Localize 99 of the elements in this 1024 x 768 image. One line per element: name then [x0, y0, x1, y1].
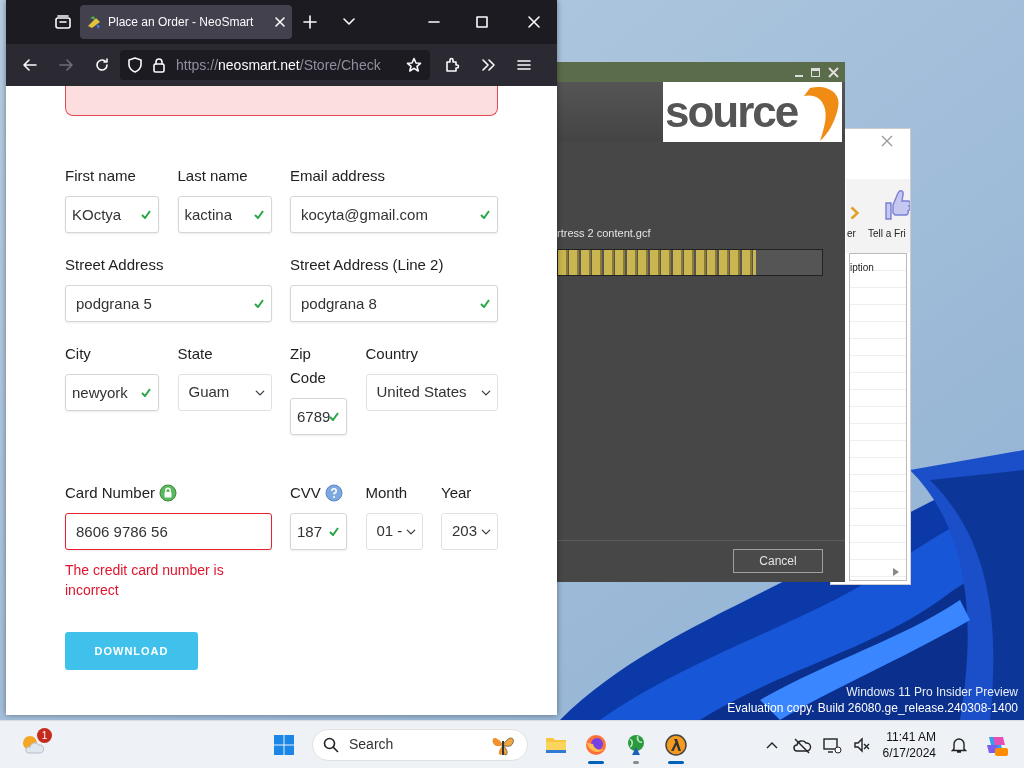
select-field[interactable]: Guam: [177, 374, 272, 411]
field-label: First name: [65, 166, 136, 186]
search-box[interactable]: Search: [312, 728, 528, 761]
plus-icon: [302, 14, 318, 30]
speaker-muted-icon: [851, 735, 872, 754]
column-header: iption: [850, 260, 874, 275]
maximize-icon: [811, 67, 820, 77]
check-icon: [141, 210, 151, 219]
back-button[interactable]: [22, 57, 38, 73]
close-icon: [274, 16, 286, 28]
lock-icon: [152, 57, 166, 73]
extensions-button[interactable]: [444, 57, 460, 73]
back-arrow-icon: [22, 57, 38, 73]
lambda-icon: [664, 732, 688, 757]
toolbar-label[interactable]: er: [847, 226, 856, 241]
tab-overview-icon: [54, 14, 72, 30]
monitor-icon: [821, 735, 842, 754]
weather-button[interactable]: 1: [13, 724, 53, 765]
watermark-text: Evaluation copy. Build 26080.ge_release.240308-1400: [727, 700, 1018, 716]
forward-arrow-icon: [58, 57, 74, 73]
field-label: Card Number: [65, 483, 156, 503]
field-label: State: [177, 344, 213, 364]
text-field[interactable]: kocyta@gmail.com: [290, 196, 498, 233]
field-label: Zip Code: [290, 344, 327, 388]
fox-globe-icon: [584, 732, 608, 757]
new-tab-button[interactable]: [302, 14, 318, 30]
maximize-icon: [475, 15, 489, 29]
text-field[interactable]: podgrana 8: [290, 285, 498, 322]
star-icon: [406, 57, 422, 73]
shield-icon: [128, 57, 142, 73]
text-field[interactable]: kactina: [177, 196, 272, 233]
puzzle-icon: [444, 57, 460, 73]
close-tab-button[interactable]: [274, 16, 286, 28]
select-field[interactable]: United States: [365, 374, 498, 411]
check-icon: [253, 210, 264, 219]
text-field[interactable]: 8606 9786 56: [65, 513, 272, 550]
menu-button[interactable]: [516, 57, 532, 73]
lock-icon: [159, 484, 178, 502]
scroll-right-icon[interactable]: [892, 567, 900, 577]
close-icon: [527, 15, 541, 29]
text-field[interactable]: newyork: [65, 374, 159, 411]
double-chevron-icon: [480, 57, 496, 73]
bookmark-button[interactable]: [406, 57, 422, 73]
close-window-button[interactable]: [527, 15, 541, 29]
close-button[interactable]: [881, 135, 893, 147]
chevron-icon: [342, 17, 356, 27]
watermark-text: Windows 11 Pro Insider Preview: [845, 684, 1018, 700]
favicon-icon: [86, 14, 102, 30]
field-label: Street Address (Line 2): [290, 255, 444, 275]
windows-logo-icon: [273, 733, 295, 756]
chevron-up-icon: [765, 740, 778, 749]
field-label: Country: [365, 344, 419, 364]
thumbs-up-icon[interactable]: [885, 189, 910, 221]
clock[interactable]: 11:41 AM 6/17/2024: [876, 728, 942, 761]
address-bar[interactable]: https://neosmart.net/Store/Check: [120, 50, 430, 80]
list-tabs-button[interactable]: [342, 17, 356, 27]
select-field[interactable]: 203: [441, 513, 498, 550]
check-icon: [253, 299, 264, 308]
text-field[interactable]: 187: [290, 513, 347, 550]
check-icon: [480, 299, 490, 308]
reload-icon: [94, 57, 110, 73]
minimize-icon: [795, 75, 803, 77]
cancel-button[interactable]: Cancel: [733, 549, 823, 573]
file-name: rtress 2 content.gcf: [557, 226, 652, 241]
swoosh-icon: [802, 84, 842, 142]
text-field[interactable]: 6789: [290, 398, 347, 435]
check-icon: [480, 210, 490, 219]
search-icon: [323, 736, 339, 753]
close-icon: [881, 135, 893, 147]
bell-icon: [951, 735, 967, 754]
time-text: 11:41 AM: [885, 728, 936, 745]
check-icon: [329, 412, 339, 421]
field-label: City: [65, 344, 91, 364]
text-field[interactable]: podgrana 5: [65, 285, 272, 322]
menu-icon: [516, 57, 532, 73]
browser-tab[interactable]: Place an Order - NeoSmart: [80, 5, 292, 39]
close-icon: [828, 66, 839, 78]
field-label: Year: [441, 483, 472, 503]
check-icon: [141, 388, 151, 397]
url-text: https://neosmart.net/Store/Check: [176, 55, 382, 75]
field-label: Street Address: [65, 255, 164, 275]
select-field[interactable]: 01 -: [365, 513, 423, 550]
tab-overview-button[interactable]: [54, 14, 72, 30]
search-placeholder: Search: [349, 735, 395, 754]
field-label: Email address: [290, 166, 386, 186]
error-message: The credit card number is incorrect: [65, 561, 225, 600]
date-text: 6/17/2024: [882, 744, 936, 761]
field-label: Last name: [177, 166, 248, 186]
logo-text: source: [664, 90, 798, 134]
notification-badge: 1: [37, 727, 52, 743]
help-icon[interactable]: [324, 484, 343, 502]
field-label: Month: [365, 483, 408, 503]
tab-title: Place an Order - NeoSmart: [108, 14, 255, 31]
more-tools-button[interactable]: [480, 57, 496, 73]
field-label: CVV: [290, 483, 321, 503]
toolbar-label[interactable]: Tell a Fri: [868, 226, 906, 241]
check-icon: [329, 527, 339, 536]
text-field[interactable]: KOctya: [65, 196, 159, 233]
reload-button[interactable]: [94, 57, 110, 73]
